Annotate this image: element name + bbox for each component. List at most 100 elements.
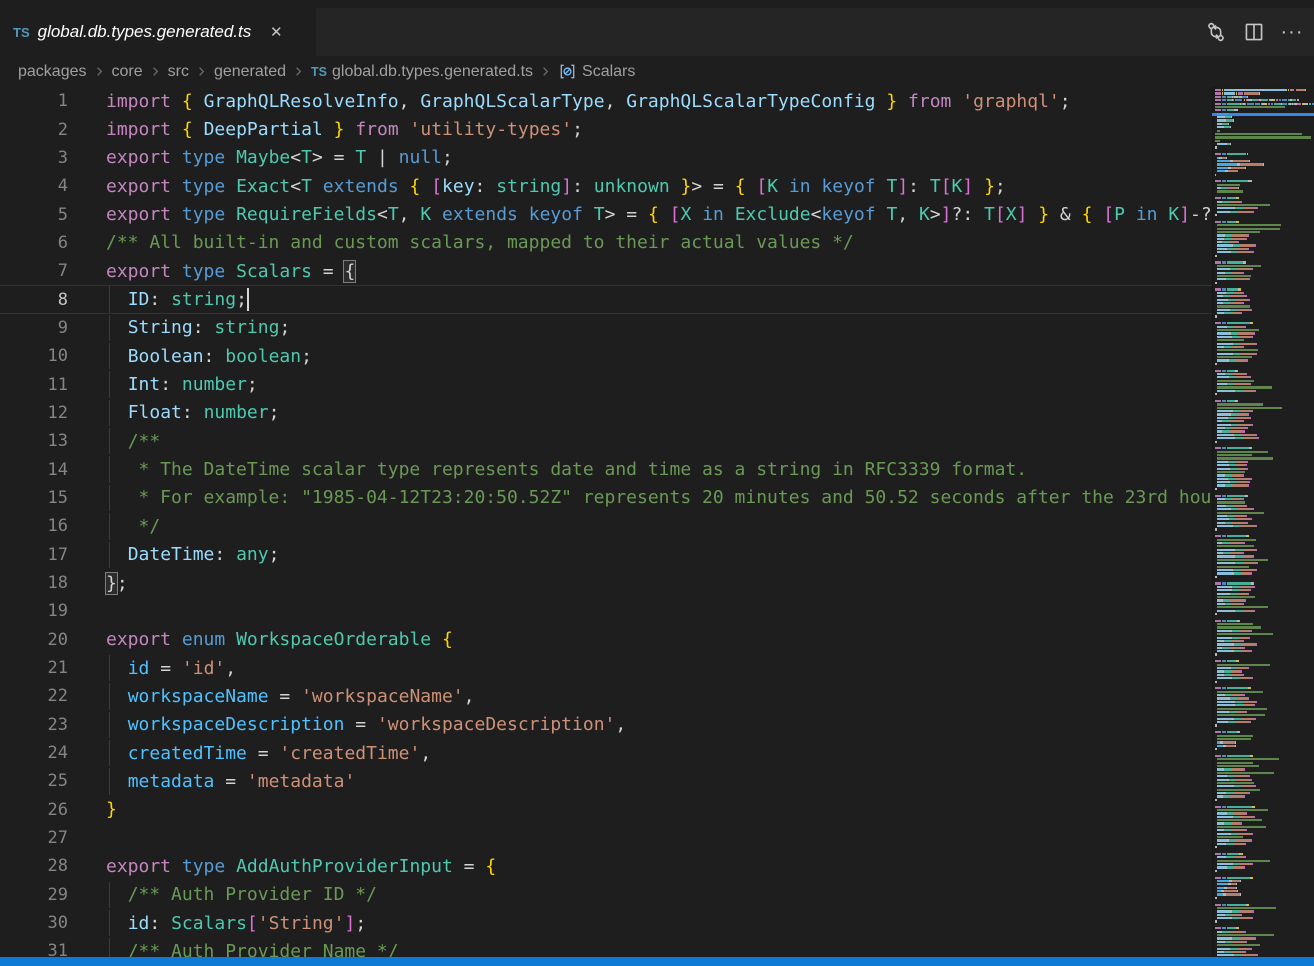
- tab-global-db-types-generated[interactable]: TS global.db.types.generated.ts ✕: [0, 8, 316, 56]
- line-number[interactable]: 18: [0, 573, 68, 593]
- code-line[interactable]: 25 metadata = 'metadata': [0, 767, 1212, 795]
- code-line-content: export type AddAuthProviderInput = {: [68, 852, 1212, 880]
- breadcrumb-symbol-scalars[interactable]: Scalars: [558, 62, 635, 81]
- code-line[interactable]: 29 /** Auth Provider ID */: [0, 881, 1212, 909]
- code-line-content: import { GraphQLResolveInfo, GraphQLScal…: [68, 87, 1212, 115]
- code-line[interactable]: 15 * For example: "1985-04-12T23:20:50.5…: [0, 484, 1212, 512]
- code-line-content: export type Maybe<T> = T | null;: [68, 144, 1212, 172]
- code-line-content: workspaceName = 'workspaceName',: [68, 682, 1212, 710]
- breadcrumb-packages[interactable]: packages: [18, 63, 87, 81]
- indent-guide: [109, 343, 110, 369]
- compare-changes-icon[interactable]: [1202, 18, 1230, 46]
- line-number[interactable]: 5: [0, 205, 68, 225]
- code-line[interactable]: 30 id: Scalars['String'];: [0, 909, 1212, 937]
- breadcrumb-generated[interactable]: generated: [214, 63, 286, 81]
- code-line[interactable]: 5export type RequireFields<T, K extends …: [0, 200, 1212, 228]
- code-line-content: Float: number;: [68, 399, 1212, 427]
- line-number[interactable]: 27: [0, 828, 68, 848]
- line-number[interactable]: 28: [0, 856, 68, 876]
- typescript-file-icon: TS: [311, 65, 327, 79]
- breadcrumb-core[interactable]: core: [112, 63, 143, 81]
- line-number[interactable]: 15: [0, 488, 68, 508]
- line-number[interactable]: 3: [0, 148, 68, 168]
- code-line-content: ID: string;: [68, 285, 1212, 313]
- code-line[interactable]: 8 ID: string;: [0, 285, 1212, 313]
- code-line[interactable]: 17 DateTime: any;: [0, 541, 1212, 569]
- breadcrumb-src[interactable]: src: [168, 63, 189, 81]
- line-number[interactable]: 22: [0, 686, 68, 706]
- code-line[interactable]: 14 * The DateTime scalar type represents…: [0, 455, 1212, 483]
- code-line[interactable]: 22 workspaceName = 'workspaceName',: [0, 682, 1212, 710]
- line-number[interactable]: 21: [0, 658, 68, 678]
- split-editor-icon[interactable]: [1240, 18, 1268, 46]
- line-number[interactable]: 9: [0, 318, 68, 338]
- line-number[interactable]: 29: [0, 885, 68, 905]
- code-line[interactable]: 26}: [0, 796, 1212, 824]
- line-number[interactable]: 26: [0, 800, 68, 820]
- code-line[interactable]: 1import { GraphQLResolveInfo, GraphQLSca…: [0, 87, 1212, 115]
- chevron-right-icon: [538, 64, 553, 79]
- line-number[interactable]: 7: [0, 261, 68, 281]
- line-number[interactable]: 13: [0, 431, 68, 451]
- code-line-content: id: Scalars['String'];: [68, 909, 1212, 937]
- indent-guide: [109, 542, 110, 568]
- line-number[interactable]: 30: [0, 913, 68, 933]
- code-line[interactable]: 6/** All built-in and custom scalars, ma…: [0, 229, 1212, 257]
- code-line-content: export type Scalars = {: [68, 257, 1212, 285]
- code-line[interactable]: 10 Boolean: boolean;: [0, 342, 1212, 370]
- code-line[interactable]: 18};: [0, 569, 1212, 597]
- code-line[interactable]: 9 String: string;: [0, 314, 1212, 342]
- line-number[interactable]: 2: [0, 120, 68, 140]
- code-line[interactable]: 23 workspaceDescription = 'workspaceDesc…: [0, 711, 1212, 739]
- code-line-content: [68, 597, 1212, 625]
- line-number[interactable]: 10: [0, 346, 68, 366]
- line-number[interactable]: 16: [0, 516, 68, 536]
- line-number[interactable]: 23: [0, 715, 68, 735]
- line-number[interactable]: 8: [0, 290, 68, 310]
- line-number[interactable]: 24: [0, 743, 68, 763]
- code-line[interactable]: 2import { DeepPartial } from 'utility-ty…: [0, 115, 1212, 143]
- line-number[interactable]: 4: [0, 176, 68, 196]
- code-line-content: String: string;: [68, 314, 1212, 342]
- more-actions-icon[interactable]: ···: [1278, 18, 1306, 46]
- indent-guide: [109, 882, 110, 908]
- line-number[interactable]: 1: [0, 91, 68, 111]
- line-number[interactable]: 11: [0, 375, 68, 395]
- code-line-content: createdTime = 'createdTime',: [68, 739, 1212, 767]
- code-line[interactable]: 13 /**: [0, 427, 1212, 455]
- code-line[interactable]: 7export type Scalars = {: [0, 257, 1212, 285]
- minimap-current-line: [1212, 113, 1314, 116]
- code-line[interactable]: 3export type Maybe<T> = T | null;: [0, 144, 1212, 172]
- chevron-right-icon: [291, 64, 306, 79]
- code-editor[interactable]: 1import { GraphQLResolveInfo, GraphQLSca…: [0, 87, 1314, 966]
- line-number[interactable]: 14: [0, 460, 68, 480]
- code-line[interactable]: 21 id = 'id',: [0, 654, 1212, 682]
- chevron-right-icon: [148, 64, 163, 79]
- code-area[interactable]: 1import { GraphQLResolveInfo, GraphQLSca…: [0, 87, 1212, 966]
- code-line[interactable]: 16 */: [0, 512, 1212, 540]
- indent-guide: [109, 655, 110, 681]
- line-number[interactable]: 12: [0, 403, 68, 423]
- status-bar[interactable]: [0, 957, 1314, 966]
- breadcrumb-file[interactable]: TS global.db.types.generated.ts: [311, 63, 533, 81]
- line-number[interactable]: 20: [0, 630, 68, 650]
- minimap[interactable]: [1212, 87, 1314, 966]
- code-line-content: export type RequireFields<T, K extends k…: [68, 200, 1212, 228]
- code-line[interactable]: 11 Int: number;: [0, 370, 1212, 398]
- code-line[interactable]: 20export enum WorkspaceOrderable {: [0, 626, 1212, 654]
- tab-close-icon[interactable]: ✕: [265, 21, 287, 43]
- indent-guide: [109, 428, 110, 454]
- line-number[interactable]: 17: [0, 545, 68, 565]
- code-line[interactable]: 19: [0, 597, 1212, 625]
- code-line-content: [68, 824, 1212, 852]
- code-line[interactable]: 4export type Exact<T extends { [key: str…: [0, 172, 1212, 200]
- code-line[interactable]: 24 createdTime = 'createdTime',: [0, 739, 1212, 767]
- code-line[interactable]: 28export type AddAuthProviderInput = {: [0, 852, 1212, 880]
- line-number[interactable]: 25: [0, 771, 68, 791]
- line-number[interactable]: 6: [0, 233, 68, 253]
- code-line-content: id = 'id',: [68, 654, 1212, 682]
- code-line[interactable]: 12 Float: number;: [0, 399, 1212, 427]
- code-line-content: workspaceDescription = 'workspaceDescrip…: [68, 711, 1212, 739]
- line-number[interactable]: 19: [0, 601, 68, 621]
- code-line[interactable]: 27: [0, 824, 1212, 852]
